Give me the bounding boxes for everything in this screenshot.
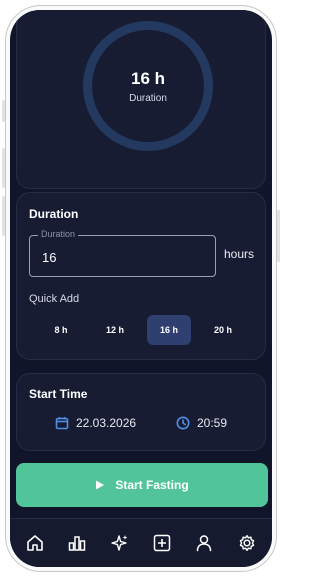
nav-profile[interactable] [188, 527, 220, 559]
device-power-button [277, 210, 280, 262]
start-fasting-button[interactable]: Start Fasting [16, 463, 268, 507]
clock-icon [176, 416, 190, 430]
nav-settings[interactable] [231, 527, 263, 559]
start-date-value: 22.03.2026 [76, 416, 137, 430]
play-icon [96, 480, 105, 490]
bottom-nav [10, 518, 272, 567]
start-time-card: Start Time 22.03.2026 20:59 [16, 373, 266, 451]
progress-value: 16 h [130, 68, 166, 88]
duration-card: Duration Duration 16 hours Quick Add 8 h… [16, 192, 266, 360]
start-time[interactable]: 20:59 [176, 416, 227, 430]
start-fasting-label: Start Fasting [115, 478, 189, 492]
nav-add[interactable] [146, 527, 178, 559]
quick-add-chip-16h[interactable]: 16 h [147, 315, 191, 345]
home-icon [27, 535, 43, 551]
settings-icon [239, 534, 255, 551]
add-icon [153, 534, 171, 552]
stats-icon [69, 536, 86, 551]
duration-field-legend: Duration [38, 229, 79, 239]
duration-title: Duration [29, 207, 79, 221]
quick-add-chip-20h[interactable]: 20 h [201, 315, 245, 345]
nav-sparkle[interactable] [104, 527, 136, 559]
nav-home[interactable] [19, 527, 51, 559]
progress-label: Duration [129, 92, 167, 104]
app-screen: 16 h Duration Duration Duration 16 hours… [10, 10, 272, 567]
duration-field[interactable]: Duration 16 [29, 229, 216, 277]
duration-unit: hours [224, 247, 255, 261]
start-time-title: Start Time [29, 387, 88, 401]
calendar-icon [55, 417, 69, 430]
progress-card: 16 h Duration [16, 10, 266, 189]
nav-stats[interactable] [61, 527, 93, 559]
quick-add-chip-8h[interactable]: 8 h [39, 315, 83, 345]
sparkle-icon [111, 535, 128, 551]
start-date[interactable]: 22.03.2026 [55, 416, 136, 430]
quick-add-chip-12h[interactable]: 12 h [93, 315, 137, 345]
profile-icon [197, 535, 212, 552]
quick-add-label: Quick Add [29, 293, 80, 305]
start-time-value: 20:59 [197, 416, 228, 430]
duration-field-value[interactable]: 16 [42, 250, 56, 265]
